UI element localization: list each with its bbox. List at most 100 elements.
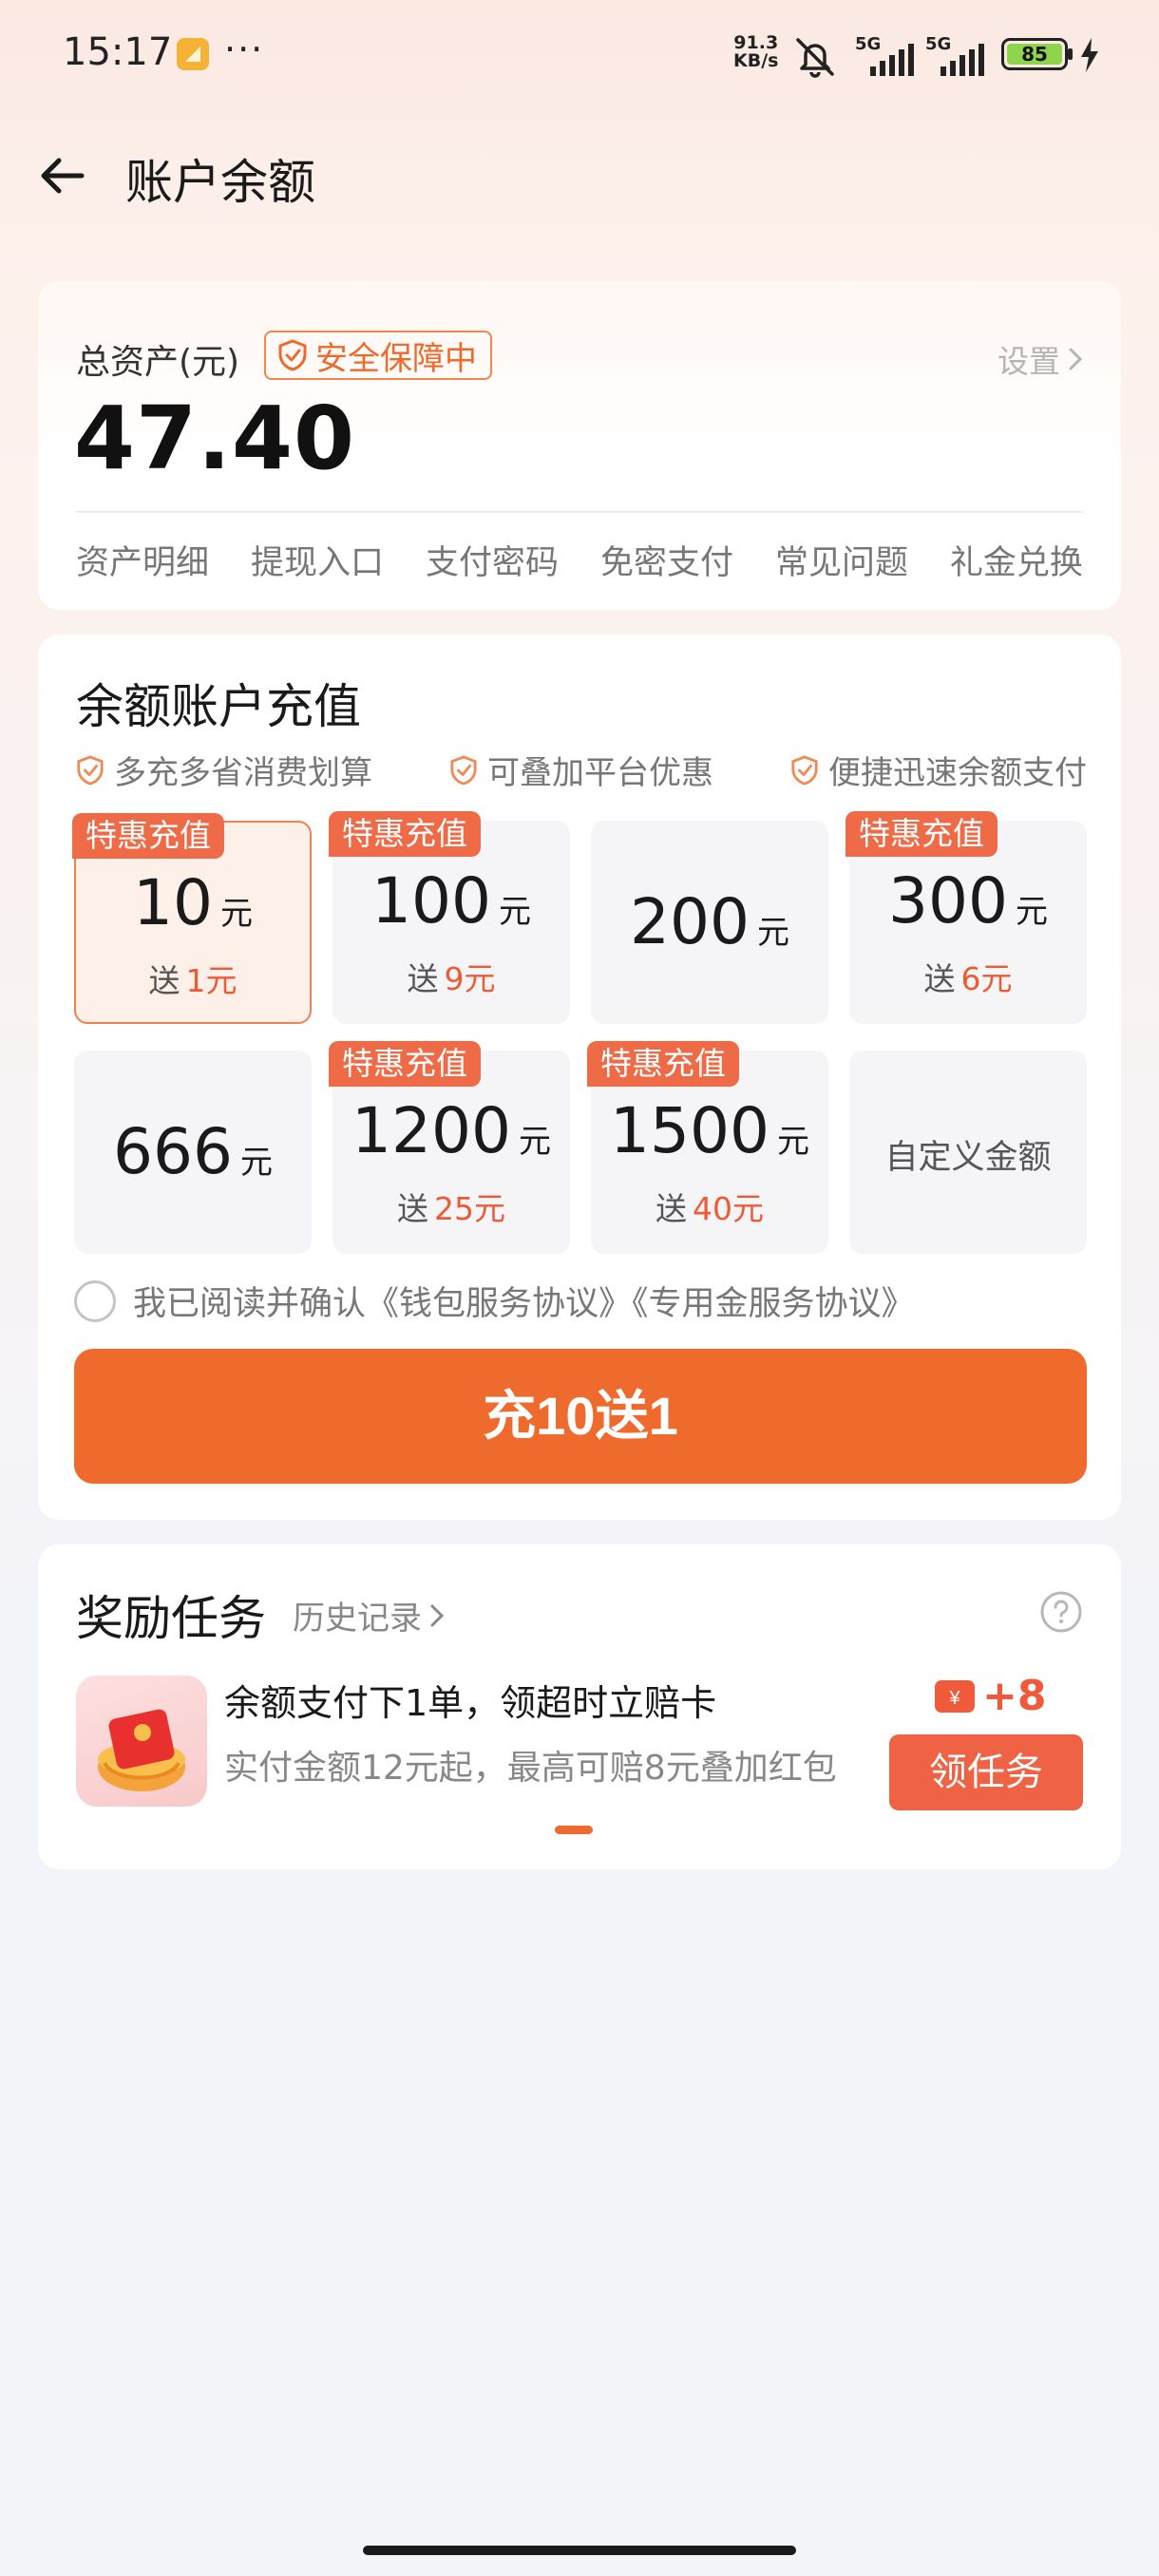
gift-prefix: 送 — [407, 960, 439, 997]
shield-check-icon — [278, 339, 307, 371]
svg-text:¥: ¥ — [948, 1688, 960, 1709]
amount-unit: 元 — [518, 1123, 551, 1161]
recharge-card: 余额账户充值 多充多省消费划算 可叠加平台优惠 便捷迅速余额支付 特惠充值 10… — [38, 635, 1121, 1520]
task-name: 余额支付下1单，领超时立赔卡 — [224, 1682, 717, 1724]
asset-links: 资产明细 提现入口 支付密码 免密支付 常见问题 礼金兑换 — [76, 526, 1083, 593]
promo-tag: 特惠充值 — [846, 811, 998, 857]
page-title: 账户余额 — [125, 155, 315, 210]
battery-icon: 85 — [1001, 38, 1073, 70]
link-withdraw[interactable]: 提现入口 — [251, 536, 384, 584]
shield-check-icon — [77, 754, 104, 786]
amount-value: 1500 — [610, 1094, 770, 1167]
reward-task-card: 奖励任务 历史记录 余额支付下1单，领超时立赔卡 实付金额12元起，最高可赔8元… — [38, 1544, 1121, 1869]
history-link[interactable]: 历史记录 — [293, 1592, 445, 1638]
benefit-label: 便捷迅速余额支付 — [828, 754, 1087, 792]
gift-value: 9元 — [444, 960, 496, 997]
promo-tag: 特惠充值 — [587, 1041, 739, 1087]
amount-unit: 元 — [776, 1123, 809, 1161]
gift-prefix: 送 — [656, 1190, 687, 1227]
custom-amount-label: 自定义金额 — [884, 1139, 1052, 1177]
home-indicator[interactable] — [363, 2546, 796, 2555]
amount-unit: 元 — [498, 893, 531, 931]
custom-amount-option[interactable]: 自定义金额 — [849, 1051, 1087, 1254]
amount-option-1500[interactable]: 特惠充值 1500 元 送 40元 — [587, 1041, 828, 1254]
amount-value: 10 — [133, 866, 213, 939]
amount-option-1200[interactable]: 特惠充值 1200 元 送 25元 — [329, 1041, 570, 1254]
promo-tag: 特惠充值 — [329, 1041, 481, 1087]
total-assets-label: 总资产(元) — [76, 343, 240, 382]
network-speed: 91.3 KB/s — [733, 34, 778, 70]
amount-unit: 元 — [239, 1144, 273, 1182]
signal-icon: 5G — [855, 34, 918, 76]
amount-unit: 元 — [219, 895, 253, 933]
task-description: 实付金额12元起，最高可赔8元叠加红包 — [224, 1749, 837, 1788]
arrow-left-icon[interactable] — [34, 147, 91, 204]
gift-prefix: 送 — [397, 1190, 428, 1227]
agreement-checkbox[interactable] — [74, 1279, 116, 1322]
benefit-item: 可叠加平台优惠 — [449, 747, 713, 793]
carousel-indicator — [555, 1826, 593, 1834]
shield-check-icon — [791, 754, 818, 786]
amount-value: 1200 — [352, 1094, 511, 1167]
gift-value: 25元 — [434, 1190, 505, 1227]
link-gift-exchange[interactable]: 礼金兑换 — [950, 536, 1083, 584]
amount-value: 666 — [113, 1115, 233, 1188]
chevron-right-icon — [430, 1604, 445, 1626]
app-notification-icon — [177, 38, 209, 70]
benefit-label: 多充多省消费划算 — [114, 754, 372, 792]
amount-value: 100 — [371, 864, 491, 938]
chevron-right-icon — [1069, 348, 1083, 370]
charging-icon — [1081, 38, 1098, 72]
divider — [76, 511, 1083, 513]
link-faq[interactable]: 常见问题 — [775, 536, 908, 584]
agreement-text[interactable]: 我已阅读并确认《钱包服务协议》《专用金服务协议》 — [133, 1277, 915, 1325]
gift-value: 40元 — [693, 1190, 764, 1227]
gift-prefix: 送 — [148, 962, 180, 999]
amount-option-10[interactable]: 特惠充值 10 元 送 1元 — [72, 813, 312, 1024]
amount-option-200[interactable]: 200 元 — [591, 821, 828, 1024]
link-asset-details[interactable]: 资产明细 — [76, 536, 209, 584]
task-section-title: 奖励任务 — [76, 1591, 266, 1646]
link-password-free-pay[interactable]: 免密支付 — [600, 536, 733, 584]
reward-value: +8 — [982, 1672, 1047, 1720]
settings-link[interactable]: 设置 — [998, 336, 1083, 382]
red-packet-icon — [76, 1676, 207, 1807]
amount-value: 300 — [888, 864, 1008, 938]
benefits-row: 多充多省消费划算 可叠加平台优惠 便捷迅速余额支付 — [76, 747, 1087, 793]
claim-task-button[interactable]: 领任务 — [889, 1734, 1083, 1810]
amount-option-666[interactable]: 666 元 — [74, 1051, 312, 1254]
gift-prefix: 送 — [923, 960, 956, 997]
settings-label: 设置 — [998, 343, 1060, 380]
safe-badge-label: 安全保障中 — [315, 339, 477, 378]
more-notifications-icon: ··· — [224, 28, 265, 70]
agreement-row: 我已阅读并确认《钱包服务协议》《专用金服务协议》 — [74, 1277, 915, 1325]
balance-amount: 47.40 — [74, 388, 356, 489]
help-icon[interactable] — [1039, 1590, 1083, 1634]
gift-value: 6元 — [960, 960, 1013, 997]
battery-level: 85 — [1007, 44, 1062, 65]
benefit-label: 可叠加平台优惠 — [487, 754, 713, 792]
promo-tag: 特惠充值 — [72, 813, 224, 859]
benefit-item: 便捷迅速余额支付 — [790, 747, 1087, 793]
amount-unit: 元 — [1015, 893, 1048, 931]
status-bar: 15:17 ··· 91.3 KB/s 5G 5G 85 — [0, 0, 1159, 109]
task-reward: ¥ +8 — [933, 1672, 1046, 1720]
signal-icon: 5G — [925, 34, 988, 76]
amount-unit: 元 — [756, 914, 789, 952]
status-time: 15:17 — [63, 30, 173, 74]
shield-check-icon — [450, 754, 477, 786]
mute-icon — [796, 38, 834, 78]
history-label: 历史记录 — [293, 1600, 422, 1638]
gift-value: 1元 — [185, 962, 238, 999]
safe-badge[interactable]: 安全保障中 — [264, 331, 492, 380]
cash-coupon-icon: ¥ — [935, 1679, 975, 1713]
amount-option-100[interactable]: 特惠充值 100 元 送 9元 — [329, 811, 570, 1024]
promo-tag: 特惠充值 — [329, 811, 481, 857]
amount-value: 200 — [630, 885, 750, 958]
link-payment-password[interactable]: 支付密码 — [426, 536, 559, 584]
recharge-title: 余额账户充值 — [76, 679, 361, 734]
amount-option-300[interactable]: 特惠充值 300 元 送 6元 — [846, 811, 1087, 1024]
assets-card: 总资产(元) 安全保障中 设置 47.40 资产明细 提现入口 支付密码 免密支… — [38, 281, 1121, 610]
benefit-item: 多充多省消费划算 — [76, 747, 372, 793]
recharge-button[interactable]: 充10送1 — [74, 1349, 1087, 1484]
